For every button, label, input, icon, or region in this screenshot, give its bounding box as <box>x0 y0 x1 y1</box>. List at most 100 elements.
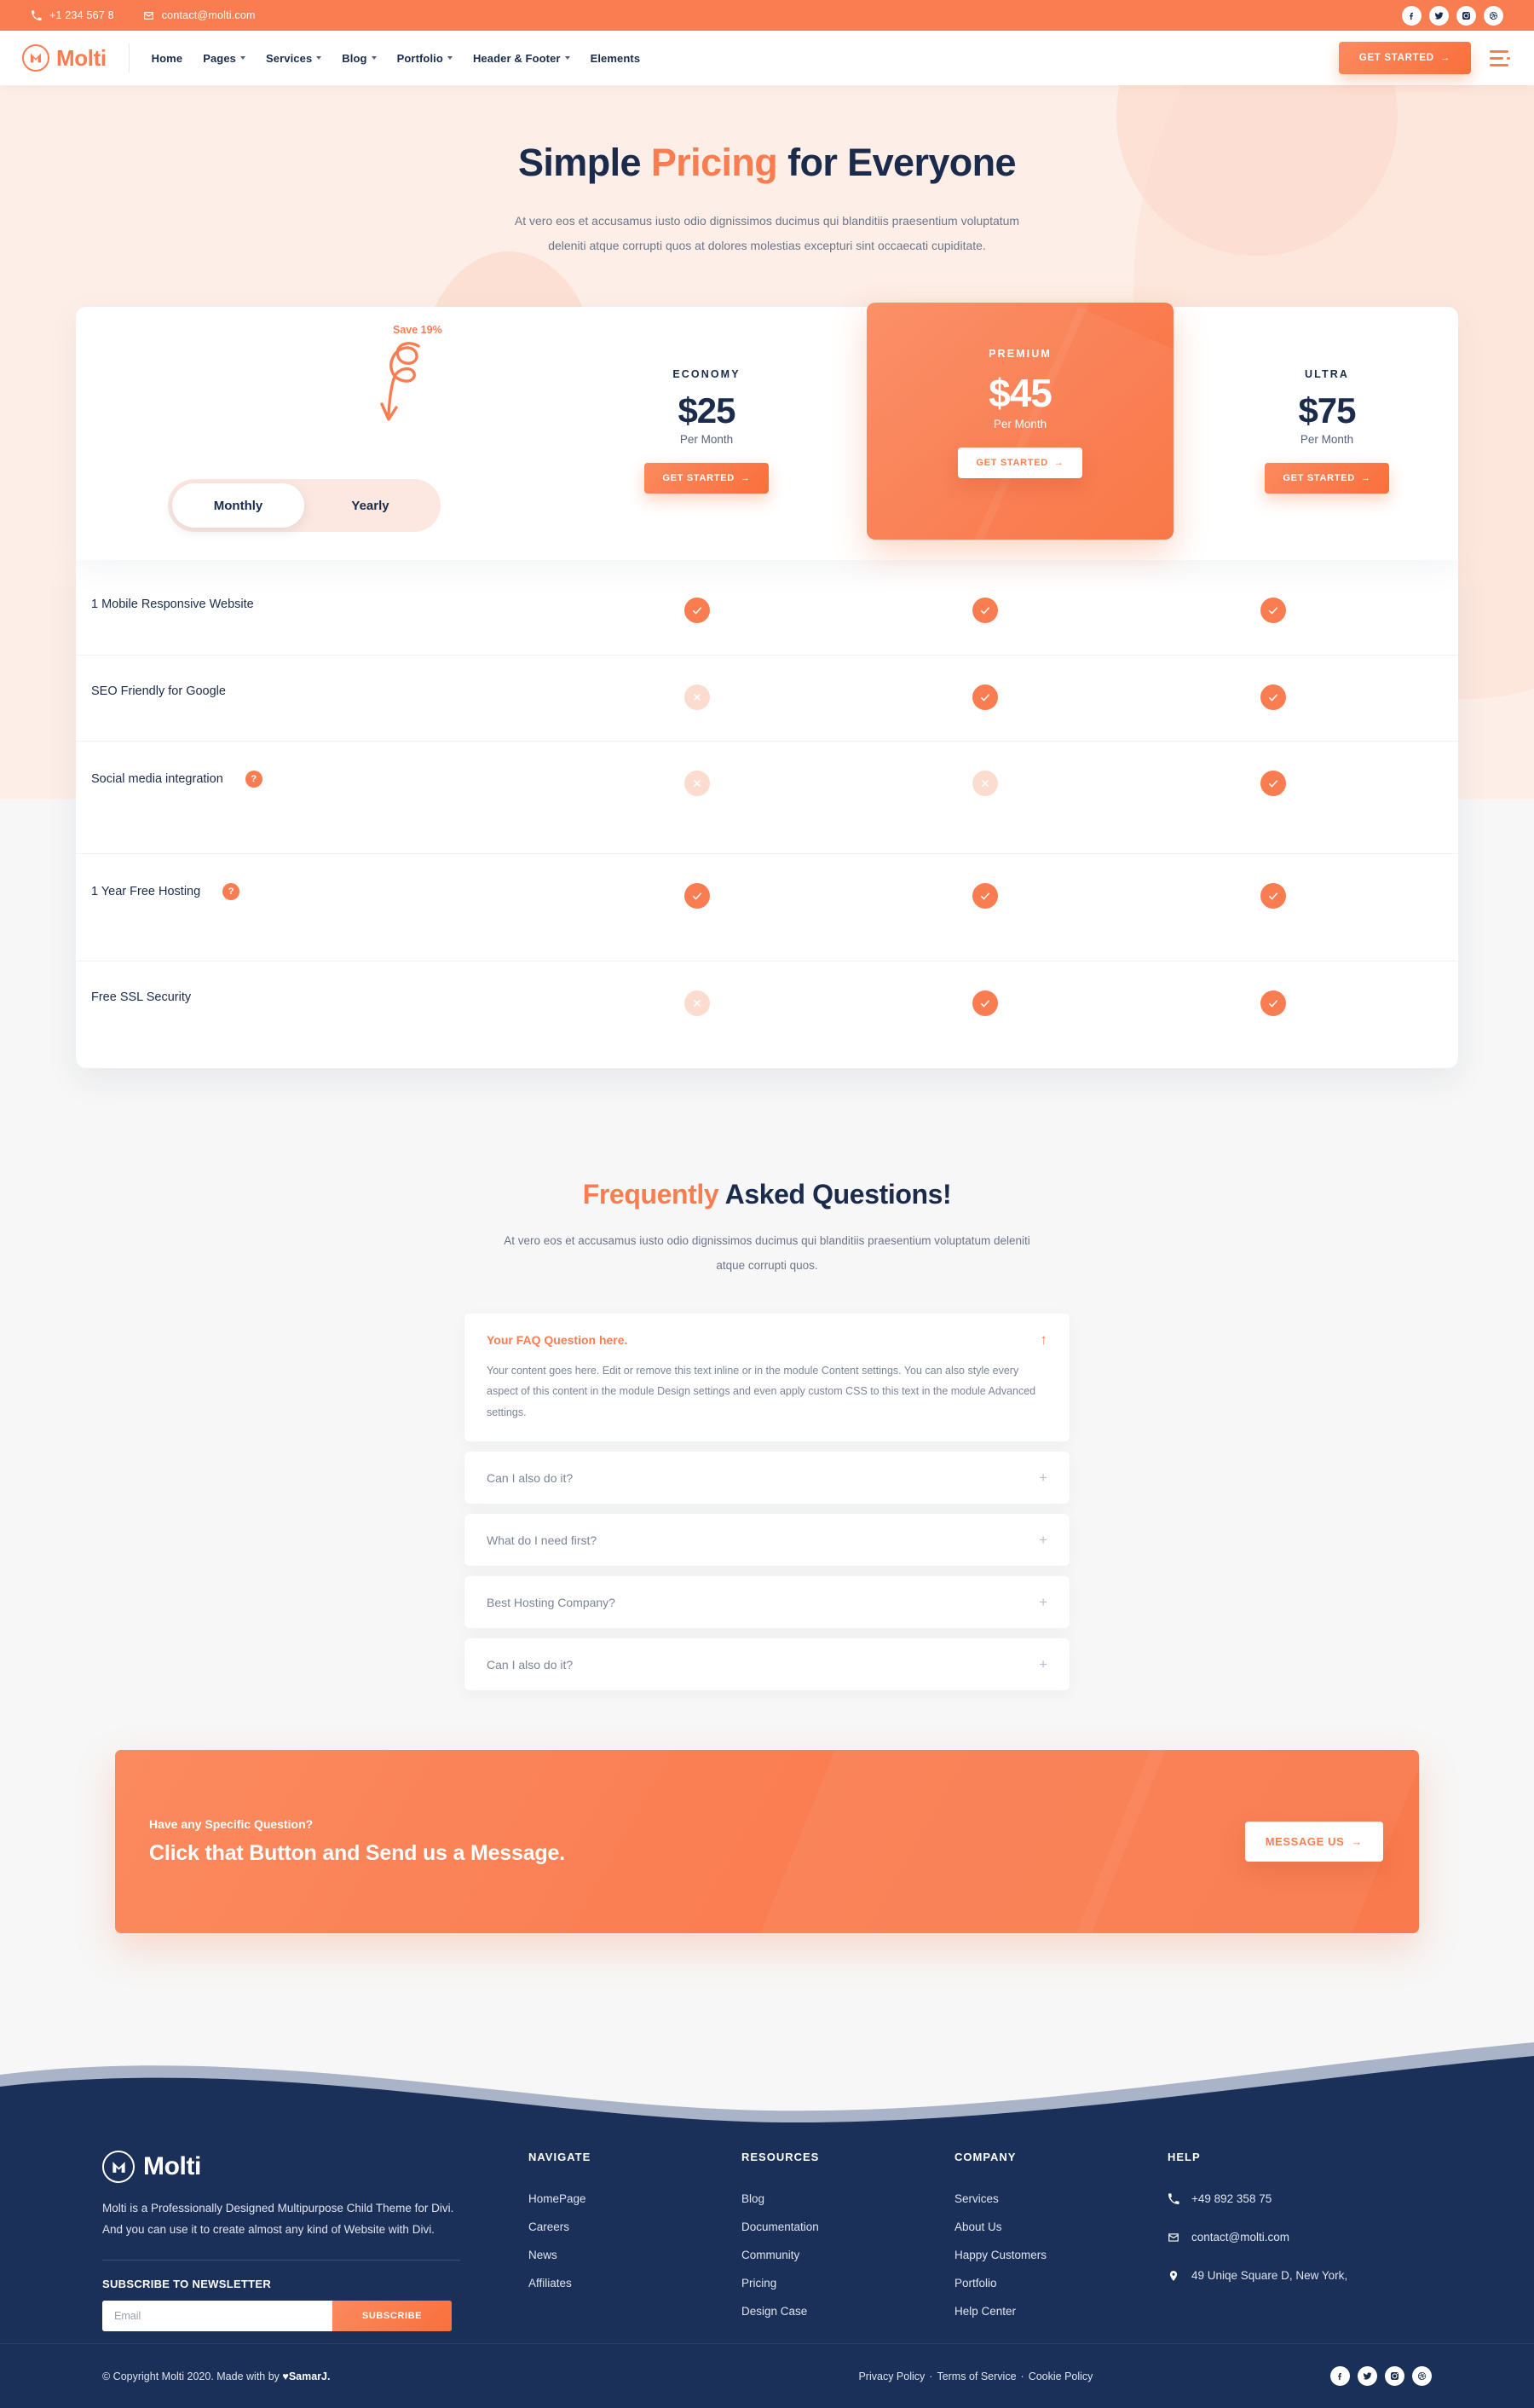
expand-icon[interactable]: + <box>1039 1657 1047 1672</box>
billing-period-toggle[interactable]: Monthly Yearly <box>168 479 441 533</box>
table-cell <box>1129 990 1417 1017</box>
plan-get-started-button-economy[interactable]: GET STARTED → <box>644 463 769 494</box>
plan-name: ECONOMY <box>672 368 741 381</box>
check-icon <box>1260 598 1286 624</box>
footer-logo[interactable]: Molti <box>102 2151 460 2184</box>
arrow-right-icon: → <box>1351 1835 1363 1849</box>
table-row: Social media integration? <box>76 741 1458 853</box>
brand-logo[interactable]: Molti <box>22 44 129 72</box>
footer-contact-address: 49 Uniqe Square D, New York, <box>1168 2269 1423 2282</box>
header-get-started-label: GET STARTED <box>1358 53 1434 63</box>
footer-link-about-us[interactable]: About Us <box>954 2220 1168 2233</box>
plan-get-started-button-ultra[interactable]: GET STARTED → <box>1265 463 1389 494</box>
footer-link-cookie-policy[interactable]: Cookie Policy <box>1029 2370 1093 2382</box>
newsletter-email-input[interactable] <box>102 2301 332 2332</box>
instagram-icon[interactable] <box>1385 2366 1404 2387</box>
cta-eyebrow: Have any Specific Question? <box>149 1817 314 1832</box>
newsletter-title: SUBSCRIBE TO NEWSLETTER <box>102 2278 272 2291</box>
top-bar-phone[interactable]: +1 234 567 8 <box>31 9 114 21</box>
faq-item[interactable]: Can I also do it? + <box>464 1452 1070 1504</box>
footer-link-terms-of-service[interactable]: Terms of Service <box>937 2370 1016 2382</box>
footer-zone: Molti Molti is a Professionally Designed… <box>0 2025 1534 2408</box>
nav-item-home[interactable]: Home <box>152 52 183 65</box>
footer-link-design-case[interactable]: Design Case <box>741 2305 954 2318</box>
nav-label: Services <box>266 51 313 65</box>
save-badge: Save 19% <box>393 324 442 337</box>
chevron-down-icon <box>564 56 570 60</box>
nav-item-elements[interactable]: Elements <box>591 52 641 65</box>
plan-get-started-button-premium[interactable]: GET STARTED → <box>958 448 1082 479</box>
dribbble-icon[interactable] <box>1484 5 1503 26</box>
header-get-started-button[interactable]: GET STARTED → <box>1338 42 1471 74</box>
plan-name: PREMIUM <box>989 348 1052 361</box>
nav-item-pages[interactable]: Pages <box>203 52 245 65</box>
nav-label: Header & Footer <box>472 51 561 65</box>
footer-contact-email[interactable]: contact@molti.com <box>1168 2231 1423 2243</box>
footer-link-blog[interactable]: Blog <box>741 2192 954 2205</box>
footer-link-pricing[interactable]: Pricing <box>741 2277 954 2290</box>
footer-link-documentation[interactable]: Documentation <box>741 2220 954 2233</box>
plan-card-premium: PREMIUM $45 Per Month GET STARTED → <box>867 303 1174 540</box>
check-icon <box>1260 990 1286 1017</box>
message-us-button[interactable]: MESSAGE US → <box>1244 1822 1383 1862</box>
pricing-header: Save 19% Monthly Yearly ECONOMY $25 Per … <box>76 303 1458 561</box>
faq-question-row[interactable]: Can I also do it? + <box>487 1470 1047 1485</box>
dribbble-icon[interactable] <box>1412 2366 1432 2387</box>
expand-icon[interactable]: + <box>1039 1470 1047 1485</box>
hamburger-menu-icon[interactable] <box>1490 49 1510 66</box>
faq-question: Can I also do it? <box>487 1470 574 1485</box>
pricing-section: Save 19% Monthly Yearly ECONOMY $25 Per … <box>76 303 1458 1069</box>
toggle-option-yearly[interactable]: Yearly <box>304 483 436 528</box>
expand-icon[interactable]: + <box>1039 1533 1047 1547</box>
twitter-icon[interactable] <box>1358 2366 1377 2387</box>
nav-item-portfolio[interactable]: Portfolio <box>397 52 453 65</box>
newsletter-subscribe-button[interactable]: SUBSCRIBE <box>332 2301 452 2332</box>
footer-link-homepage[interactable]: HomePage <box>528 2192 741 2205</box>
footer-column-navigate: NAVIGATE HomePage Careers News Affiliate… <box>528 2151 741 2333</box>
faq-item[interactable]: Can I also do it? + <box>464 1638 1070 1691</box>
toggle-option-monthly[interactable]: Monthly <box>172 483 304 528</box>
feature-name: SEO Friendly for Google <box>91 684 226 699</box>
nav-item-header-footer[interactable]: Header & Footer <box>473 52 570 65</box>
faq-question-row[interactable]: Your FAQ Question here. ↑ <box>487 1332 1047 1347</box>
faq-question-row[interactable]: Can I also do it? + <box>487 1657 1047 1672</box>
faq-section: Frequently Asked Questions! At vero eos … <box>0 1068 1534 1691</box>
faq-item[interactable]: Your FAQ Question here. ↑ Your content goe… <box>464 1314 1070 1442</box>
footer-link-community[interactable]: Community <box>741 2249 954 2261</box>
nav-item-services[interactable]: Services <box>266 51 322 65</box>
footer-email-text: contact@molti.com <box>1191 2231 1289 2244</box>
instagram-icon[interactable] <box>1456 5 1476 26</box>
footer-link-news[interactable]: News <box>528 2249 741 2261</box>
faq-question-row[interactable]: Best Hosting Company? + <box>487 1595 1047 1609</box>
top-bar: +1 234 567 8 contact@molti.com <box>0 0 1534 31</box>
top-bar-email[interactable]: contact@molti.com <box>143 9 256 21</box>
expand-icon[interactable]: + <box>1039 1595 1047 1609</box>
footer-link-careers[interactable]: Careers <box>528 2220 741 2233</box>
collapse-icon[interactable]: ↑ <box>1041 1332 1048 1347</box>
facebook-icon[interactable] <box>1402 5 1422 26</box>
facebook-icon[interactable] <box>1330 2366 1350 2387</box>
footer-link-affiliates[interactable]: Affiliates <box>528 2277 741 2290</box>
footer-column-title: HELP <box>1168 2151 1201 2164</box>
help-tooltip-icon[interactable]: ? <box>245 771 262 788</box>
footer-link-help-center[interactable]: Help Center <box>954 2305 1168 2318</box>
table-cell <box>841 990 1129 1017</box>
faq-item[interactable]: What do I need first? + <box>464 1514 1070 1567</box>
faq-item[interactable]: Best Hosting Company? + <box>464 1576 1070 1629</box>
footer-contact-phone[interactable]: +49 892 358 75 <box>1168 2192 1423 2205</box>
page-title-highlight: Pricing <box>650 141 778 184</box>
cross-icon <box>972 771 998 797</box>
nav-label: Portfolio <box>396 51 443 65</box>
check-icon <box>972 883 998 909</box>
faq-question-row[interactable]: What do I need first? + <box>487 1533 1047 1547</box>
check-icon <box>684 598 710 624</box>
table-cell <box>841 684 1129 711</box>
nav-item-blog[interactable]: Blog <box>342 52 377 65</box>
twitter-icon[interactable] <box>1429 5 1449 26</box>
footer-link-happy-customers[interactable]: Happy Customers <box>954 2249 1168 2261</box>
help-tooltip-icon[interactable]: ? <box>222 883 240 901</box>
footer-link-privacy-policy[interactable]: Privacy Policy <box>858 2370 925 2382</box>
footer-link-services[interactable]: Services <box>954 2192 1168 2205</box>
footer-link-portfolio[interactable]: Portfolio <box>954 2277 1168 2290</box>
molti-logo-icon <box>22 44 49 72</box>
